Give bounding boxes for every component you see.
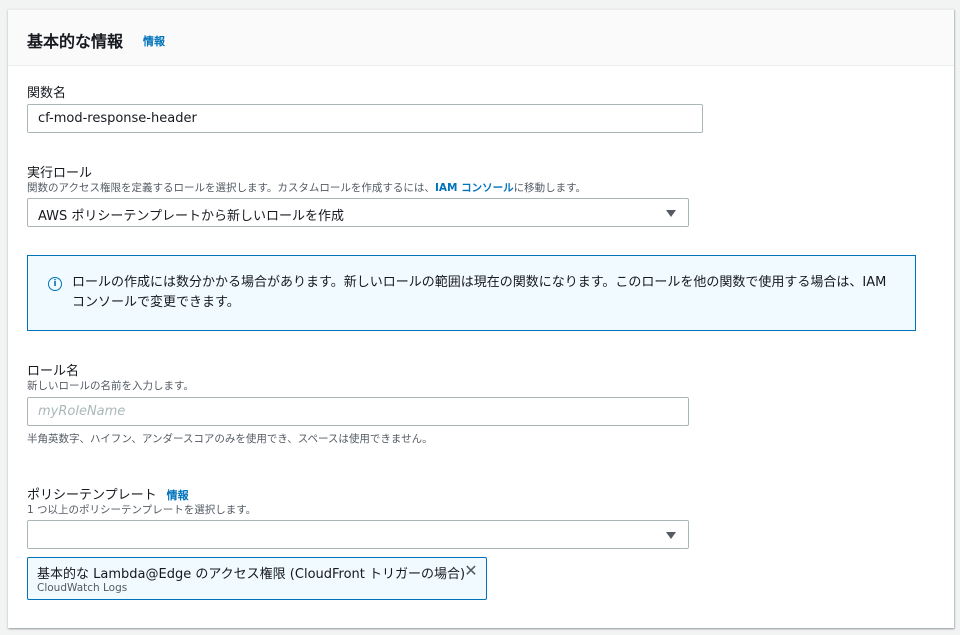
policy-templates-description: 1 つ以上のポリシーテンプレートを選択します。 [27, 504, 257, 516]
execution-role-selected: AWS ポリシーテンプレートから新しいロールを作成 [38, 209, 345, 224]
policy-templates-label: ポリシーテンプレート 情報 [27, 484, 189, 503]
info-icon: i [48, 277, 62, 291]
token-label: 基本的な Lambda@Edge のアクセス権限 (CloudFront トリガ… [37, 567, 466, 582]
close-icon[interactable]: ✕ [462, 562, 480, 580]
execution-role-select[interactable]: AWS ポリシーテンプレートから新しいロールを作成 [27, 198, 689, 227]
role-name-description: 新しいロールの名前を入力します。 [27, 380, 194, 392]
panel-title: 基本的な情報 [27, 32, 124, 51]
policy-templates-select[interactable] [27, 520, 689, 549]
info-alert: i ロールの作成には数分かかる場合があります。新しいロールの範囲は現在の関数にな… [27, 255, 916, 331]
function-name-input[interactable] [27, 104, 703, 133]
function-name-label: 関数名 [27, 86, 67, 101]
execution-role-description: 関数のアクセス権限を定義するロールを選択します。カスタムロールを作成するには、I… [27, 180, 586, 195]
policy-template-token: 基本的な Lambda@Edge のアクセス権限 (CloudFront トリガ… [27, 557, 487, 600]
execution-role-description-text: 関数のアクセス権限を定義するロールを選択します。カスタムロールを作成するには、 [27, 182, 435, 194]
header-info-link[interactable]: 情報 [143, 33, 165, 49]
caret-down-icon [666, 532, 676, 539]
alert-text: ロールの作成には数分かかる場合があります。新しいロールの範囲は現在の関数になりま… [72, 275, 887, 310]
basic-info-panel: 基本的な情報 情報 関数名 実行ロール 関数のアクセス権限を定義するロールを選択… [8, 9, 954, 628]
policy-templates-label-text: ポリシーテンプレート [27, 488, 157, 503]
caret-down-icon [666, 210, 676, 217]
execution-role-description-suffix: に移動します。 [513, 182, 587, 194]
token-sublabel: CloudWatch Logs [37, 582, 128, 594]
execution-role-label: 実行ロール [27, 166, 93, 181]
role-name-input[interactable] [27, 397, 689, 426]
panel-header: 基本的な情報 情報 [8, 10, 954, 66]
role-name-label: ロール名 [27, 364, 80, 379]
role-name-hint: 半角英数字、ハイフン、アンダースコアのみを使用でき、スペースは使用できません。 [27, 433, 433, 445]
policy-templates-info-link[interactable]: 情報 [167, 489, 189, 502]
iam-console-link[interactable]: IAM コンソール [435, 182, 514, 194]
